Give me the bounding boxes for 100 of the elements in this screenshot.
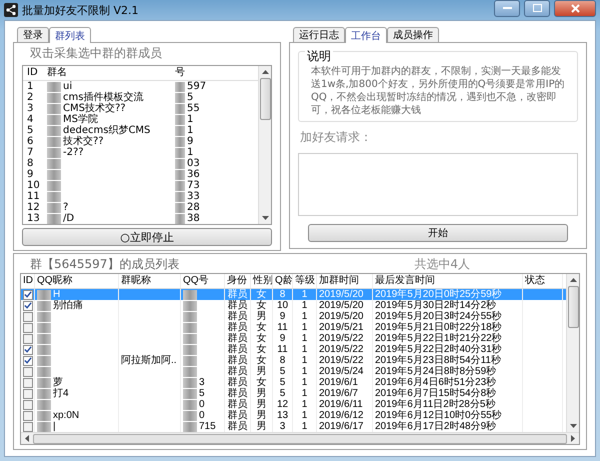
table-row[interactable]: 萝 3 群员 女 5 1 2019/6/1 2019年6月4日6时51分23秒 <box>21 377 566 388</box>
column-header[interactable]: 状态 <box>523 274 563 288</box>
table-row[interactable]: 阿拉斯加阿.. 群员 女 8 1 2019/5/22 2019年5月23日8时54分11秒 <box>21 355 566 366</box>
table-cell: 1 <box>293 399 317 410</box>
right-arrow-icon[interactable] <box>571 435 575 442</box>
blurred-region <box>183 344 197 354</box>
table-row[interactable]: 群员 女 11 1 2019/5/21 2019年5月21日0时22分18秒 <box>21 322 566 333</box>
blurred-region <box>183 410 197 420</box>
checkbox[interactable] <box>23 290 33 300</box>
checkbox[interactable] <box>23 322 33 332</box>
tab[interactable]: 工作台 <box>345 27 387 43</box>
table-cell-text: 9 <box>26 169 34 180</box>
minimize-button[interactable] <box>494 0 520 16</box>
blurred-region <box>183 356 197 366</box>
maximize-button[interactable] <box>524 0 550 16</box>
column-header[interactable]: QQ昵称 <box>35 274 119 288</box>
blurred-region <box>183 378 197 388</box>
table-cell-text: 3 <box>26 103 34 114</box>
checkbox[interactable] <box>23 334 33 344</box>
scrollbar[interactable] <box>21 432 579 444</box>
column-header[interactable]: 群名 <box>47 66 175 80</box>
down-arrow-icon[interactable] <box>570 424 576 428</box>
tab[interactable]: 运行日志 <box>293 27 345 42</box>
checkbox[interactable] <box>23 410 33 420</box>
table-row[interactable]: 打4 5 群员 男 5 1 2019/6/7 2019年6月7日15时54分8秒 <box>21 388 566 399</box>
up-arrow-icon[interactable] <box>570 278 576 282</box>
table-cell: 2019/5/21 <box>317 322 373 333</box>
table-cell: 5 <box>273 377 293 388</box>
checkbox[interactable] <box>23 422 33 432</box>
column-header[interactable]: 加群时间 <box>317 274 373 288</box>
tab[interactable]: 群列表 <box>49 27 91 43</box>
table-cell: 1 <box>293 355 317 366</box>
table-cell: 2019年6月11日2时28分5秒 <box>373 399 523 410</box>
tab[interactable]: 登录 <box>17 27 49 42</box>
table-cell: 1 <box>187 147 194 158</box>
start-button[interactable]: 开始 <box>308 224 568 242</box>
column-header[interactable]: QQ号 <box>181 274 225 288</box>
column-header[interactable]: 群昵称 <box>119 274 181 288</box>
down-arrow-icon[interactable] <box>262 216 268 220</box>
scrollbar[interactable] <box>566 274 579 432</box>
column-header[interactable]: 身份 <box>225 274 251 288</box>
blurred-region <box>183 334 197 344</box>
blurred-region <box>183 290 197 300</box>
table-cell: 1 <box>293 366 317 377</box>
scrollbar[interactable] <box>258 66 271 224</box>
left-arrow-icon[interactable] <box>25 435 29 442</box>
table-cell: 群员 <box>225 322 251 333</box>
table-row[interactable]: 别怕痛 群员 女 10 1 2019/5/20 2019年5月30日2时14分2秒 <box>21 300 566 311</box>
field-label: 加好友请求： <box>300 129 373 146</box>
table-cell: 2019/6/11 <box>317 399 373 410</box>
table-row[interactable]: 群员 男 9 1 2019/5/20 2019年5月20日3时24分55秒 <box>21 311 566 322</box>
table-cell: 38 <box>187 213 200 224</box>
table-cell-text: 10 <box>26 180 41 191</box>
table-cell: 5 <box>273 366 293 377</box>
up-arrow-icon[interactable] <box>262 70 268 74</box>
table-cell: 女 <box>251 322 273 333</box>
column-header[interactable]: ID <box>21 274 35 288</box>
column-header[interactable]: 号 <box>175 66 258 80</box>
table-row[interactable]: 群员 男 5 1 2019/5/24 2019年5月24日8时8分59秒 <box>21 366 566 377</box>
blurred-region <box>183 312 197 322</box>
table-row[interactable]: xp:0N 0 群员 男 13 1 2019/6/12 2019年6月12日10时0分55秒 <box>21 410 566 421</box>
table-cell: 女 <box>251 355 273 366</box>
table-cell-text: 5 <box>26 125 34 136</box>
table-cell: 55 <box>187 103 200 114</box>
column-header[interactable]: 最后发言时间 <box>373 274 523 288</box>
tab[interactable]: 成员操作 <box>387 27 439 42</box>
table-cell: 1 <box>293 311 317 322</box>
blurred-region <box>47 158 61 168</box>
scrollbar-thumb[interactable] <box>33 434 567 444</box>
table-row[interactable]: 0 群员 男 12 1 2019/6/11 2019年6月11日2时28分5秒 <box>21 399 566 410</box>
table-cell-text: 12 <box>26 202 41 213</box>
scrollbar-thumb[interactable] <box>568 286 578 328</box>
table-cell: 群员 <box>225 311 251 322</box>
table-row[interactable]: 群员 女 9 1 2019/5/22 2019年5月22日1时21分22秒 <box>21 333 566 344</box>
column-header[interactable]: ID <box>23 66 47 80</box>
checkbox[interactable] <box>23 312 33 322</box>
stop-button[interactable]: ○立即停止 <box>22 228 272 246</box>
close-icon <box>570 4 580 12</box>
checkbox[interactable] <box>23 344 33 354</box>
checkbox[interactable] <box>23 300 33 310</box>
table-cell: /D <box>63 213 74 224</box>
scrollbar-thumb[interactable] <box>260 78 270 120</box>
column-header[interactable]: 性别 <box>251 274 273 288</box>
checkbox[interactable] <box>23 366 33 376</box>
checkbox[interactable] <box>23 388 33 398</box>
table-cell: 2019年5月24日8时8分59秒 <box>373 366 523 377</box>
column-header[interactable]: 等级 <box>293 274 317 288</box>
share-icon <box>4 3 18 17</box>
table-cell: 男 <box>251 399 273 410</box>
table-cell: 女 <box>251 344 273 355</box>
request-field[interactable] <box>298 153 578 216</box>
table-cell-text: 13 <box>26 213 41 224</box>
checkbox[interactable] <box>23 378 33 388</box>
checkbox[interactable] <box>23 400 33 410</box>
table-row[interactable]: 群员 女 11 1 2019/5/22 2019年5月22日2时40分31秒 <box>21 344 566 355</box>
blurred-region <box>47 92 61 102</box>
blurred-region <box>183 366 197 376</box>
close-button[interactable] <box>554 0 596 16</box>
checkbox[interactable] <box>23 356 33 366</box>
table-cell: | <box>53 421 56 432</box>
